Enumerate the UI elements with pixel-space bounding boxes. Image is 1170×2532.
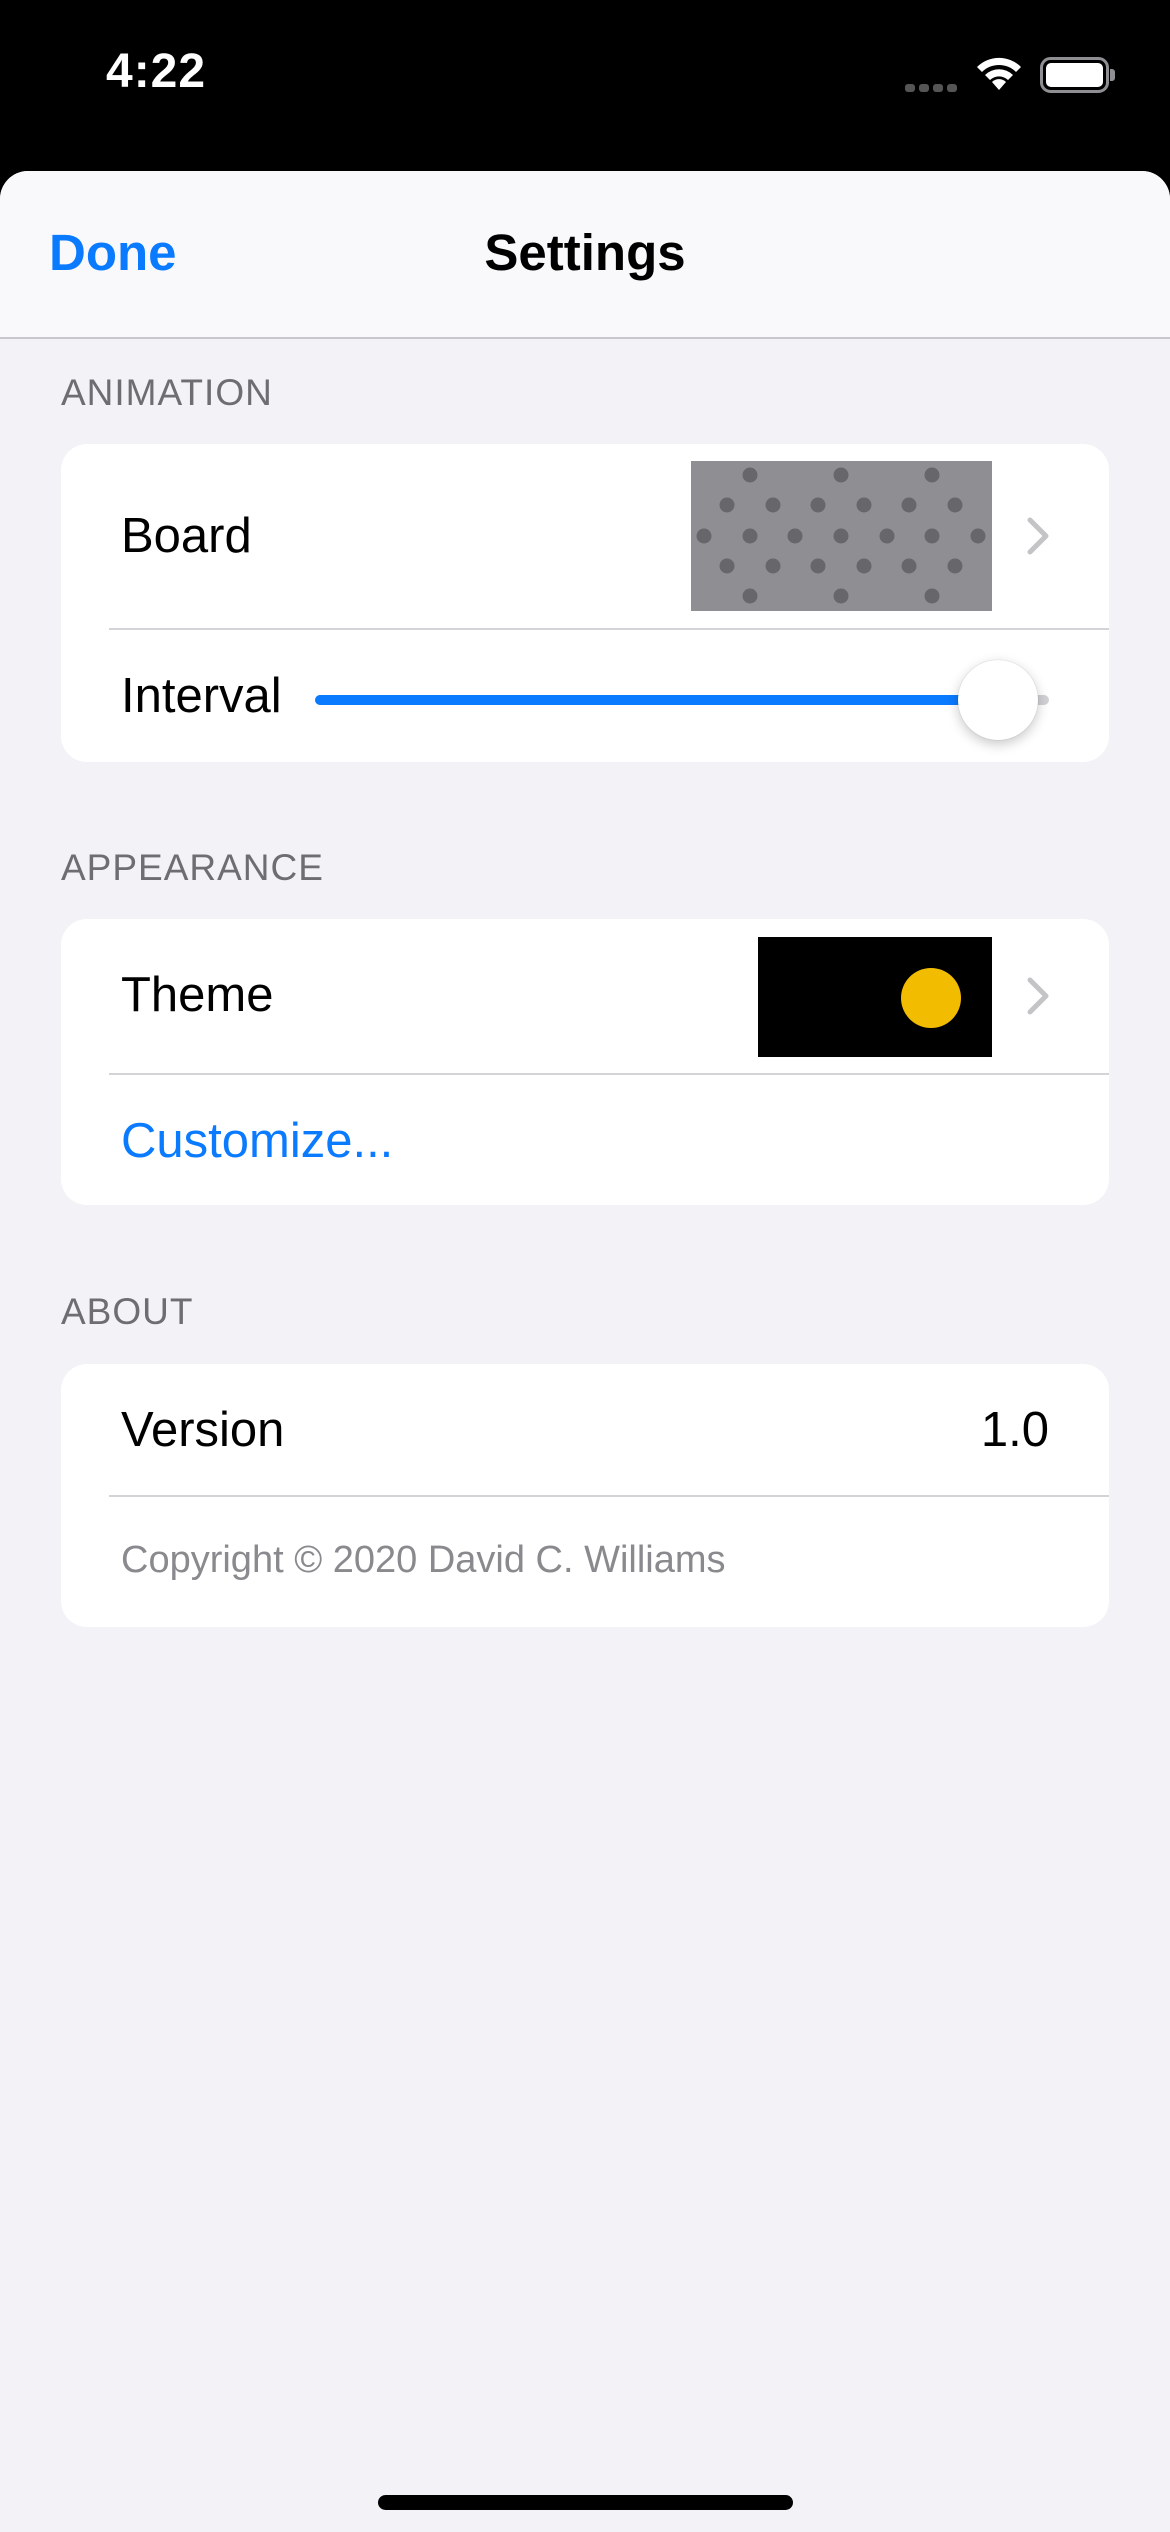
customize-link[interactable]: Customize... [121, 1113, 393, 1169]
board-dot [856, 558, 872, 574]
version-row: Version 1.0 [61, 1364, 1109, 1495]
section-header-appearance: APPEARANCE [61, 847, 324, 888]
theme-label: Theme [121, 968, 274, 1022]
appearance-group: Theme Customize... [61, 919, 1109, 1205]
wifi-icon [977, 57, 1021, 90]
page-title: Settings [484, 224, 686, 281]
interval-slider[interactable] [315, 660, 1049, 740]
interval-label: Interval [121, 669, 282, 723]
board-dot [901, 558, 917, 574]
battery-icon [1040, 57, 1115, 93]
board-preview-image [691, 461, 992, 611]
board-dot [787, 528, 803, 544]
board-dot [742, 467, 758, 483]
animation-group: Board Interval [61, 444, 1109, 762]
interval-row: Interval [61, 630, 1109, 762]
status-bar: 4:22 [0, 0, 1170, 171]
board-dot [719, 558, 735, 574]
board-dot [765, 558, 781, 574]
board-dot [765, 497, 781, 513]
board-dot [833, 588, 849, 604]
board-dot [810, 497, 826, 513]
board-dot [947, 558, 963, 574]
status-time: 4:22 [106, 45, 207, 98]
settings-sheet: Done Settings ANIMATION Board Interval A… [0, 171, 1170, 2532]
chevron-right-icon [1027, 977, 1049, 1015]
customize-row[interactable]: Customize... [61, 1075, 1109, 1205]
slider-thumb[interactable] [957, 660, 1038, 740]
board-dot [719, 497, 735, 513]
board-dot [856, 497, 872, 513]
copyright-text: Copyright © 2020 David C. Williams [121, 1539, 726, 1581]
board-dot [924, 467, 940, 483]
board-dot [947, 497, 963, 513]
board-dot [924, 528, 940, 544]
version-value: 1.0 [980, 1403, 1049, 1457]
signal-icon [905, 84, 957, 92]
board-dot [833, 528, 849, 544]
theme-row[interactable]: Theme [61, 919, 1109, 1073]
section-header-animation: ANIMATION [61, 372, 273, 413]
board-dot [742, 528, 758, 544]
board-row[interactable]: Board [61, 444, 1109, 628]
theme-preview [758, 937, 992, 1057]
board-dot [810, 558, 826, 574]
navigation-bar: Done Settings [0, 171, 1170, 339]
section-header-about: ABOUT [61, 1291, 194, 1332]
about-group: Version 1.0 Copyright © 2020 David C. Wi… [61, 1364, 1109, 1627]
board-label: Board [121, 509, 252, 563]
copyright-row: Copyright © 2020 David C. Williams [61, 1497, 1109, 1627]
board-dot [879, 528, 895, 544]
board-dot [924, 588, 940, 604]
theme-accent-dot [901, 968, 961, 1028]
home-indicator [378, 2495, 793, 2510]
board-dot [742, 588, 758, 604]
board-dot [696, 528, 712, 544]
board-dot [901, 497, 917, 513]
board-dot [833, 467, 849, 483]
version-label: Version [121, 1403, 285, 1457]
chevron-right-icon [1027, 517, 1049, 555]
slider-fill [315, 695, 998, 705]
board-dot [970, 528, 986, 544]
